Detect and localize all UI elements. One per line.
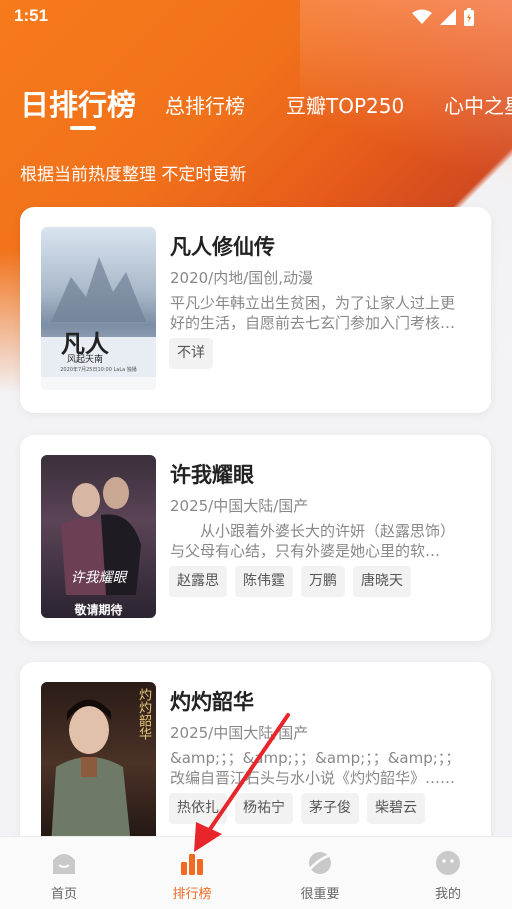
hero-sheen	[300, 0, 512, 240]
tab-daily-ranking[interactable]: 日排行榜	[20, 82, 136, 124]
drama-meta: 2020/内地/国创,动漫	[170, 269, 314, 287]
cast-chip[interactable]: 唐晓天	[353, 566, 411, 597]
bar-chart-icon	[181, 854, 203, 875]
poster-subtitle: 风起天南	[67, 355, 104, 365]
poster-image: 灼灼韶华	[41, 682, 156, 845]
drama-description: &amp;；；&amp;；；&amp;；；&amp;；；改编自晋江石头与水小说《…	[170, 749, 461, 787]
bottom-navigation: 首页 排行榜 很重要 我的	[0, 836, 512, 909]
home-icon	[53, 854, 75, 874]
poster-image: 许我耀眼 敬请期待	[41, 455, 156, 618]
cast-chip[interactable]: 陈伟霆	[235, 566, 293, 597]
tab-total-ranking[interactable]: 总排行榜	[165, 90, 245, 119]
battery-icon	[464, 8, 474, 26]
status-icons	[412, 8, 474, 26]
poster-caption: 2020年7月25日10:00 LaLa 独播	[60, 367, 137, 373]
drama-description: 平凡少年韩立出生贫困，为了让家人过上更好的生活，自愿前去七玄门参加入门考核，最终…	[170, 294, 456, 332]
wifi-icon	[412, 9, 432, 24]
cast-chips: 赵露思 陈伟霆 万鹏 唐晓天	[169, 566, 411, 597]
poster-image: 凡人 风起天南 2020年7月25日10:00 LaLa 独播	[41, 227, 156, 390]
cast-chip[interactable]: 赵露思	[169, 566, 227, 597]
tab-indicator	[70, 126, 96, 130]
poster-caption: 敬请期待	[74, 603, 123, 617]
signal-icon	[440, 9, 456, 25]
drama-meta: 2025/中国大陆/国产	[170, 497, 309, 515]
nav-ranking[interactable]: 排行榜	[128, 837, 256, 909]
nav-important[interactable]: 很重要	[256, 837, 384, 909]
status-bar: 1:51	[0, 0, 512, 36]
drama-title: 凡人修仙传	[170, 235, 275, 259]
drama-title: 灼灼韶华	[170, 690, 254, 714]
drama-card[interactable]: 凡人 风起天南 2020年7月25日10:00 LaLa 独播 凡人修仙传 20…	[20, 207, 491, 413]
nav-label: 我的	[434, 887, 461, 902]
cast-chip[interactable]: 杨祐宁	[235, 793, 293, 824]
cast-chip[interactable]: 茅子俊	[301, 793, 359, 824]
cast-chip[interactable]: 万鹏	[301, 566, 345, 597]
tab-heart-star[interactable]: 心中之星	[444, 90, 512, 119]
poster-title: 灼灼韶华	[136, 688, 151, 740]
cast-chips: 热依扎 杨祐宁 茅子俊 柴碧云	[169, 793, 425, 824]
drama-meta: 2025/中国大陆/国产	[170, 724, 309, 742]
drama-title: 许我耀眼	[170, 463, 254, 487]
poster-art	[61, 477, 141, 595]
nav-label: 排行榜	[172, 887, 212, 902]
tab-douban-top250[interactable]: 豆瓣TOP250	[286, 90, 404, 119]
nav-label: 很重要	[300, 887, 340, 902]
smile-face-icon	[436, 851, 460, 875]
nav-mine[interactable]: 我的	[384, 837, 512, 909]
cast-chip[interactable]: 热依扎	[169, 793, 227, 824]
poster-title: 许我耀眼	[70, 570, 127, 586]
nav-label: 首页	[50, 887, 77, 902]
nav-home[interactable]: 首页	[0, 837, 128, 909]
cast-chips: 不详	[169, 338, 213, 369]
cast-chip[interactable]: 柴碧云	[367, 793, 425, 824]
ranking-subtitle: 根据当前热度整理 不定时更新	[20, 165, 247, 185]
status-time: 1:51	[14, 6, 49, 25]
planet-icon	[309, 852, 332, 874]
drama-description: 从小跟着外婆长大的许妍（赵露思饰）与父母有心结，只有外婆是她心里的软肋……	[170, 522, 456, 560]
cast-chip[interactable]: 不详	[169, 338, 213, 369]
drama-card[interactable]: 许我耀眼 敬请期待 许我耀眼 2025/中国大陆/国产 从小跟着外婆长大的许妍（…	[20, 435, 491, 641]
